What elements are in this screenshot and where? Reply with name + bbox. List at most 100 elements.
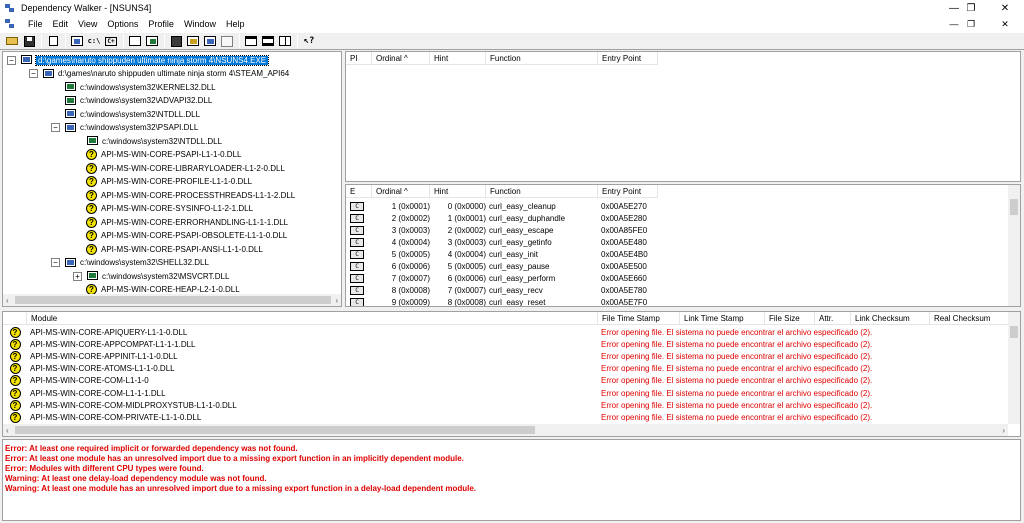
tree-node[interactable]: − d:\games\naruto shippuden ultimate ninj… — [29, 68, 289, 80]
collapse-icon[interactable]: − — [51, 123, 60, 132]
save-icon[interactable] — [21, 34, 37, 49]
col-hint[interactable]: Hint — [430, 185, 486, 198]
export-row[interactable]: C 1 (0x0001) 0 (0x0000) curl_easy_cleanup 0x… — [346, 200, 658, 212]
export-row[interactable]: C 8 (0x0008) 7 (0x0007) curl_easy_recv 0x00A… — [346, 284, 658, 296]
tree-node[interactable]: ? API-MS-WIN-CORE-LIBRARYLOADER-L1-2-0.DL… — [86, 162, 285, 174]
tree-node[interactable]: + c:\windows\system32\MSVCRT.DLL — [73, 270, 229, 282]
auto-expand-icon[interactable] — [219, 34, 235, 49]
tree-node[interactable]: ? API-MS-WIN-CORE-ERRORHANDLING-L1-1-1.DL… — [86, 216, 288, 228]
module-list[interactable]: Module File Time Stamp Link Time Stamp F… — [2, 311, 1021, 437]
properties-icon[interactable] — [144, 34, 160, 49]
scroll-left-icon[interactable]: ‹ — [6, 296, 9, 305]
tree-node[interactable]: ? API-MS-WIN-CORE-SYSINFO-L1-2-1.DLL — [86, 203, 253, 215]
dependency-tree[interactable]: − d:\games\naruto shippuden ultimate ninj… — [2, 51, 342, 307]
module-row[interactable]: ? API-MS-WIN-CORE-COM-MIDLPROXYSTUB-L1-1-… — [3, 399, 872, 411]
module-row[interactable]: ? API-MS-WIN-CORE-COM-L1-1-0 Error opening… — [3, 375, 872, 387]
open-icon[interactable] — [4, 34, 20, 49]
tree-node[interactable]: ? API-MS-WIN-CORE-PROFILE-L1-1-0.DLL — [86, 176, 252, 188]
col-real-checksum[interactable]: Real Checksum — [930, 312, 1010, 325]
collapse-icon[interactable]: − — [51, 258, 60, 267]
export-row[interactable]: C 4 (0x0004) 3 (0x0003) curl_easy_getinfo 0x… — [346, 236, 658, 248]
module-list-icon[interactable] — [127, 34, 143, 49]
mdi-close-button[interactable]: ✕ — [988, 16, 1022, 32]
col-entry-point[interactable]: Entry Point — [598, 185, 658, 198]
menu-window[interactable]: Window — [179, 19, 221, 29]
collapse-icon[interactable]: − — [29, 69, 38, 78]
col-module[interactable]: Module — [27, 312, 598, 325]
col-ordinal[interactable]: Ordinal ^ — [372, 52, 430, 65]
help-icon[interactable]: ↖? — [301, 34, 317, 49]
cascade-icon[interactable] — [243, 34, 259, 49]
tree-node[interactable]: − c:\windows\system32\SHELL32.DLL — [51, 257, 209, 269]
scroll-right-icon[interactable]: › — [1002, 426, 1005, 435]
stop-icon[interactable] — [202, 34, 218, 49]
module-row[interactable]: ? API-MS-WIN-CORE-COM-PRIVATE-L1-1-0.DLL E… — [3, 411, 872, 423]
mdi-document-icon[interactable] — [5, 19, 19, 29]
close-button[interactable]: ✕ — [988, 0, 1022, 16]
module-row[interactable]: ? API-MS-WIN-CORE-APPINIT-L1-1-0.DLL Error… — [3, 350, 872, 362]
scroll-right-icon[interactable]: › — [335, 296, 338, 305]
collapse-icon[interactable]: − — [7, 55, 16, 65]
tree-node[interactable]: ? API-MS-WIN-CORE-PSAPI-L1-1-0.DLL — [86, 149, 241, 161]
tree-node[interactable]: c:\windows\system32\KERNEL32.DLL — [64, 81, 216, 93]
export-row[interactable]: C 5 (0x0005) 4 (0x0004) curl_easy_init 0x00A… — [346, 248, 658, 260]
exports-scroll-thumb[interactable] — [1010, 199, 1018, 215]
menu-file[interactable]: File — [23, 19, 48, 29]
export-row[interactable]: C 2 (0x0002) 1 (0x0001) curl_easy_duphandle… — [346, 212, 658, 224]
tile-vertical-icon[interactable] — [277, 34, 293, 49]
menu-profile[interactable]: Profile — [143, 19, 179, 29]
modules-scroll-thumb-h[interactable] — [15, 426, 535, 434]
col-file-size[interactable]: File Size — [765, 312, 815, 325]
scroll-left-icon[interactable]: ‹ — [6, 426, 9, 435]
col-entry-point[interactable]: Entry Point — [598, 52, 658, 65]
col-hint[interactable]: Hint — [430, 52, 486, 65]
copy-icon[interactable] — [45, 34, 61, 49]
tree-node[interactable]: ? API-MS-WIN-CORE-PSAPI-ANSI-L1-1-0.DLL — [86, 243, 263, 255]
export-row[interactable]: C 6 (0x0006) 5 (0x0005) curl_easy_pause 0x00… — [346, 260, 658, 272]
parent-imports-list[interactable]: PI Ordinal ^ Hint Function Entry Point — [345, 51, 1021, 182]
col-file-time-stamp[interactable]: File Time Stamp — [598, 312, 680, 325]
menu-view[interactable]: View — [73, 19, 102, 29]
tile-horizontal-icon[interactable] — [260, 34, 276, 49]
exports-vertical-scrollbar[interactable] — [1008, 185, 1020, 306]
tree-scroll-thumb[interactable] — [15, 296, 331, 304]
modules-horizontal-scrollbar[interactable]: ‹ › — [3, 424, 1008, 436]
tree-node[interactable]: − c:\windows\system32\PSAPI.DLL — [51, 122, 198, 134]
menu-help[interactable]: Help — [221, 19, 250, 29]
col-ordinal[interactable]: Ordinal ^ — [372, 185, 430, 198]
col-attr[interactable]: Attr. — [815, 312, 851, 325]
log-pane[interactable]: Error: At least one required implicit or… — [2, 439, 1021, 521]
find-icon[interactable] — [69, 34, 85, 49]
system-info-icon[interactable] — [168, 34, 184, 49]
col-function[interactable]: Function — [486, 52, 598, 65]
col-function[interactable]: Function — [486, 185, 598, 198]
export-row[interactable]: C 9 (0x0009) 8 (0x0008) curl_easy_reset 0x00… — [346, 296, 658, 306]
col-e[interactable]: E — [346, 185, 372, 198]
tree-node[interactable]: − d:\games\naruto shippuden ultimate ninj… — [7, 54, 270, 66]
col-pi[interactable]: PI — [346, 52, 372, 65]
tree-node[interactable]: c:\windows\system32\ADVAPI32.DLL — [64, 95, 212, 107]
expand-icon[interactable]: + — [73, 271, 82, 281]
exports-list[interactable]: E Ordinal ^ Hint Function Entry Point C 1… — [345, 184, 1021, 307]
mdi-restore-button[interactable]: ❐ — [954, 16, 988, 32]
menu-options[interactable]: Options — [102, 19, 143, 29]
restore-button[interactable]: ❐ — [954, 0, 988, 16]
tree-horizontal-scrollbar[interactable]: ‹ › — [3, 294, 341, 306]
modules-vertical-scrollbar[interactable] — [1008, 312, 1020, 424]
col-link-time-stamp[interactable]: Link Time Stamp — [680, 312, 765, 325]
module-row[interactable]: ? API-MS-WIN-CORE-ATOMS-L1-1-0.DLL Error o… — [3, 363, 872, 375]
menu-edit[interactable]: Edit — [48, 19, 74, 29]
export-row[interactable]: C 7 (0x0007) 6 (0x0006) curl_easy_perform 0x… — [346, 272, 658, 284]
module-row[interactable]: ? API-MS-WIN-CORE-COM-L1-1-1.DLL Error ope… — [3, 387, 872, 399]
tree-node[interactable]: ? API-MS-WIN-CORE-PROCESSTHREADS-L1-1-2.D… — [86, 189, 295, 201]
col-link-checksum[interactable]: Link Checksum — [851, 312, 930, 325]
module-row[interactable]: ? API-MS-WIN-CORE-APIQUERY-L1-1-0.DLL Erro… — [3, 326, 872, 338]
export-row[interactable]: C 3 (0x0003) 2 (0x0002) curl_easy_escape 0x0… — [346, 224, 658, 236]
tree-node[interactable]: c:\windows\system32\NTDLL.DLL — [64, 108, 200, 120]
view-full-paths-icon[interactable]: c:\ — [86, 34, 102, 49]
tree-node[interactable]: c:\windows\system32\NTDLL.DLL — [86, 135, 222, 147]
undecorate-icon[interactable]: C+ — [103, 34, 119, 49]
modules-scroll-thumb[interactable] — [1010, 326, 1018, 338]
module-row[interactable]: ? API-MS-WIN-CORE-APPCOMPAT-L1-1-1.DLL Err… — [3, 338, 872, 350]
tree-node[interactable]: ? API-MS-WIN-CORE-PSAPI-OBSOLETE-L1-1-0.D… — [86, 230, 287, 242]
